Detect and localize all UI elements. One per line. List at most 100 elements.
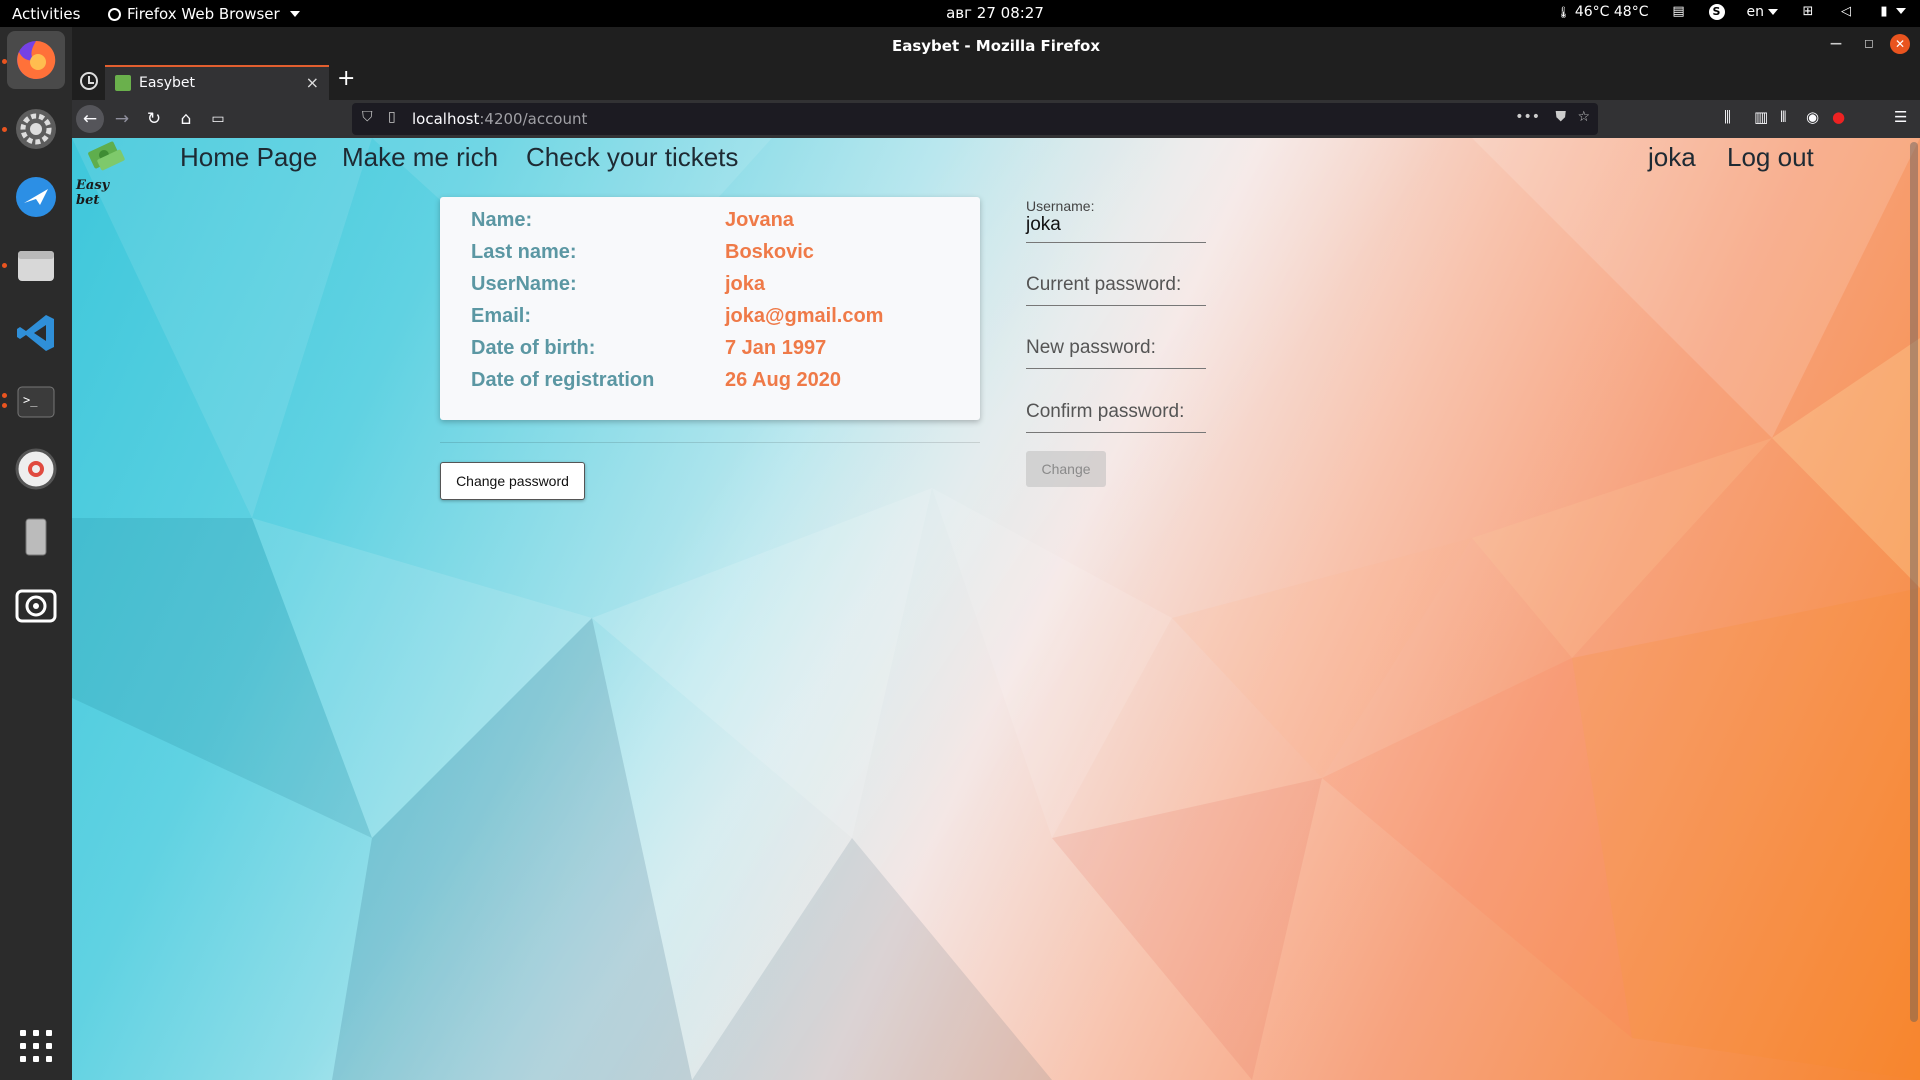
profile-label: Last name: [471,241,577,263]
dock-help[interactable] [7,440,65,498]
site-navbar: Easy bet Home Page Make me rich Check yo… [72,138,1920,208]
new-tab-button[interactable]: + [337,66,355,91]
power-menu[interactable]: ▮ [1876,3,1906,20]
change-submit-button[interactable]: Change [1026,451,1106,487]
skype-icon[interactable]: S [1708,3,1725,20]
back-button[interactable]: ← [76,105,104,133]
dock: >_ [0,27,72,1080]
dock-camera[interactable] [7,576,65,634]
running-indicator [2,59,7,64]
chevron-down-icon [1768,8,1778,15]
battery-icon: ▮ [1880,4,1888,19]
grid-dot [20,1043,26,1049]
tab-strip: Easybet × + [72,64,1920,100]
url-path: :4200/account [479,110,588,128]
app-icon [16,177,56,217]
nav-logout-link[interactable]: Log out [1727,142,1814,173]
nav-make-me-rich-link[interactable]: Make me rich [342,142,498,173]
svg-text:>_: >_ [23,393,38,407]
dock-device[interactable] [7,508,65,566]
sidebar-icon[interactable]: ▥ [1754,108,1768,126]
extensions-icon[interactable]: ⦀ [1780,108,1787,126]
grid-dot [33,1030,39,1036]
navigation-toolbar: ← → ↻ ⌂ ▭ ⛉ ▯ localhost:4200/account •••… [72,100,1920,138]
username-label: Username: [1026,198,1095,214]
hamburger-menu-icon[interactable]: ☰ [1894,108,1907,126]
account-icon[interactable]: ◉ [1806,108,1819,126]
system-top-bar: Activities Firefox Web Browser авг 27 08… [0,0,1920,27]
history-icon[interactable] [80,72,98,90]
polygon-background [72,138,1920,1080]
help-icon [15,448,57,490]
home-button[interactable]: ⌂ [172,105,200,133]
system-tray[interactable]: 🌡 46°C 48°C ▤ S en ⊞ ◁ ▮ [1556,3,1906,20]
library-icon[interactable]: ⫼ [1724,108,1731,126]
tab-title: Easybet [139,75,195,91]
network-icon[interactable]: ⊞ [1800,4,1816,20]
current-password-field[interactable]: Current password: [1026,262,1206,306]
dock-firefox[interactable] [7,31,65,89]
page-scrollbar[interactable] [1910,142,1918,1022]
show-applications-button[interactable] [20,1030,52,1062]
firefox-icon [17,40,56,79]
window-title-bar: Easybet - Mozilla Firefox — ◻ ✕ [72,27,1920,64]
save-to-pocket-button[interactable]: ▭ [204,105,232,133]
minimize-button[interactable]: — [1830,36,1842,50]
profile-value: Boskovic [725,241,814,263]
new-password-placeholder: New password: [1026,337,1156,358]
temperature-readout: 46°C 48°C [1574,3,1649,20]
dock-terminal[interactable]: >_ [7,372,65,430]
grid-dot [46,1043,52,1049]
nav-home-link[interactable]: Home Page [180,142,317,173]
grid-dot [20,1056,26,1062]
window-title: Easybet - Mozilla Firefox [891,37,1101,55]
dock-app[interactable] [7,168,65,226]
easybet-logo[interactable]: Easy bet [74,140,132,208]
nav-user-link[interactable]: joka [1648,142,1696,173]
profile-value: joka [725,273,766,295]
profile-label: Email: [471,305,532,327]
grid-dot [33,1056,39,1062]
dock-vscode[interactable] [7,304,65,362]
pocket-icon[interactable]: ⛊ [1556,109,1567,125]
easybet-favicon-icon [115,75,131,91]
url-text[interactable]: localhost:4200/account [412,110,587,128]
language-selector[interactable]: en [1747,4,1778,20]
drive-icon[interactable]: ▤ [1671,4,1687,20]
nav-check-tickets-link[interactable]: Check your tickets [526,142,738,173]
window-close-button[interactable]: ✕ [1890,34,1910,54]
page-actions-icon[interactable]: ••• [1515,109,1540,125]
grid-dot [46,1030,52,1036]
dock-files[interactable] [7,236,65,294]
current-password-placeholder: Current password: [1026,274,1182,295]
divider [440,442,980,443]
files-icon [18,251,54,281]
page-icon[interactable]: ▯ [388,109,396,125]
volume-icon[interactable]: ◁ [1838,4,1854,20]
maximize-button[interactable]: ◻ [1864,36,1874,50]
extension-red-icon[interactable]: ● [1832,108,1845,126]
settings-icon [16,109,56,149]
bookmark-star-icon[interactable]: ☆ [1577,109,1590,125]
shield-icon[interactable]: ⛉ [362,109,373,125]
reload-button[interactable]: ↻ [140,105,168,133]
dock-settings[interactable] [7,100,65,158]
url-bar[interactable]: ⛉ ▯ localhost:4200/account ••• ⛊ ☆ [352,103,1598,135]
running-indicator [2,393,7,398]
new-password-field[interactable]: New password: [1026,325,1206,369]
grid-dot [33,1043,39,1049]
vscode-icon [17,315,54,351]
camera-icon [15,589,57,623]
temperature-indicator[interactable]: 🌡 46°C 48°C [1556,4,1648,20]
tab-easybet[interactable]: Easybet × [105,65,329,100]
confirm-password-field[interactable]: Confirm password: [1026,389,1206,433]
close-tab-icon[interactable]: × [306,73,319,92]
profile-label: Date of registration [471,369,655,391]
profile-value: 26 Aug 2020 [725,369,841,391]
confirm-password-placeholder: Confirm password: [1026,401,1185,422]
running-indicator [2,127,7,132]
change-password-button[interactable]: Change password [440,462,585,500]
forward-button[interactable]: → [108,105,136,133]
username-field[interactable]: Username: joka [1026,198,1206,243]
running-indicator [2,403,7,408]
